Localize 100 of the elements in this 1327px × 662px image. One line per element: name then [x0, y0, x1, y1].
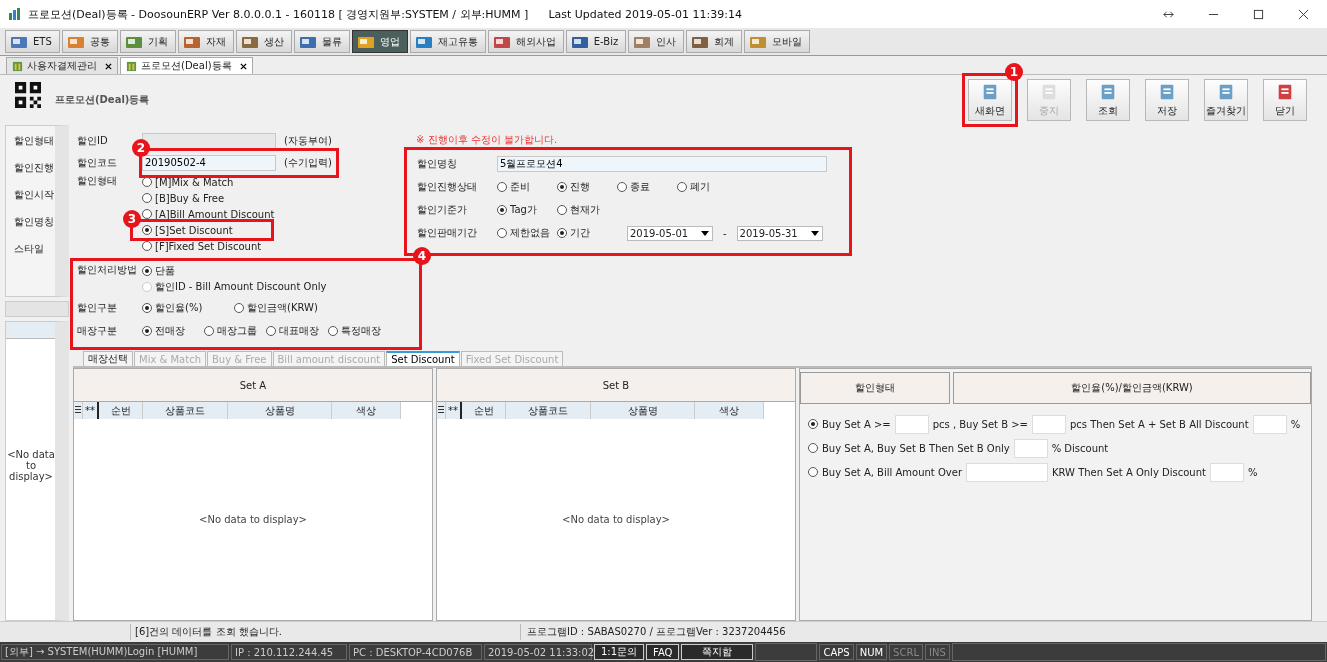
grid-menu-icon[interactable] — [437, 402, 446, 419]
document-icon — [126, 60, 137, 72]
radio-button[interactable] — [497, 228, 507, 238]
input-field[interactable] — [1209, 462, 1244, 482]
document-icon — [1040, 82, 1058, 101]
module-tab[interactable]: 모바일 — [744, 30, 811, 53]
rule-text: pcs , Buy Set B >= — [932, 418, 1028, 430]
column-header[interactable]: 색상 — [332, 402, 401, 419]
module-tab[interactable]: 인사 — [628, 30, 685, 53]
module-tab[interactable]: 해외사업 — [487, 30, 564, 53]
toolbar-button[interactable]: 닫기 — [1263, 79, 1307, 121]
radio-button[interactable] — [142, 193, 152, 204]
column-header[interactable]: 색상 — [695, 402, 764, 419]
radio-button[interactable] — [142, 326, 152, 336]
option-label: 특정매장 — [341, 324, 381, 338]
option-label: 현재가 — [570, 203, 600, 217]
input-field[interactable] — [1252, 414, 1287, 434]
module-tab[interactable]: 공통 — [61, 30, 118, 53]
toolbar-button[interactable]: 저장 — [1145, 79, 1189, 121]
document-icon — [1276, 82, 1294, 101]
id-field[interactable] — [142, 133, 276, 149]
key-indicator: INS — [924, 644, 950, 660]
document-tab[interactable]: 사용자결제관리 — [6, 57, 118, 74]
radio-button[interactable] — [234, 303, 244, 313]
radio-button[interactable] — [557, 228, 567, 238]
module-tab[interactable]: E-Biz — [565, 30, 627, 53]
radio-button[interactable] — [808, 443, 818, 453]
column-header[interactable]: 순번 — [99, 402, 143, 419]
input-field[interactable] — [894, 414, 929, 434]
grid-title: Set A — [74, 369, 432, 402]
toolbar-button[interactable]: 새화면 — [968, 79, 1012, 121]
module-icon — [633, 34, 652, 49]
footer-button[interactable]: 쪽지함 — [681, 644, 754, 660]
column-header[interactable]: 순번 — [462, 402, 506, 419]
radio-button[interactable] — [677, 182, 687, 192]
input-field[interactable] — [1031, 414, 1066, 434]
date-dropdown[interactable]: 2019-05-31 — [736, 225, 823, 241]
column-header[interactable]: 상품명 — [228, 402, 332, 419]
option-label: 할인ID - Bill Amount Discount Only — [155, 280, 327, 294]
column-header[interactable]: 상품코드 — [506, 402, 591, 419]
rule-text: % Discount — [1051, 442, 1109, 454]
grid-menu-icon[interactable] — [74, 402, 83, 419]
module-tab[interactable]: 회계 — [686, 30, 743, 53]
module-tab[interactable]: 자재 — [177, 30, 234, 53]
radio-button[interactable] — [617, 182, 627, 192]
input-field[interactable] — [1013, 438, 1048, 458]
qr-code-icon — [15, 82, 41, 108]
maximize-icon[interactable] — [1253, 8, 1264, 20]
option-label: 제한없음 — [510, 226, 550, 240]
close-icon[interactable] — [105, 62, 112, 70]
name-field[interactable]: 5월프로모션4 — [497, 156, 827, 172]
footer-button[interactable]: 1:1문의 — [594, 644, 645, 660]
radio-button[interactable] — [204, 326, 214, 336]
radio-button[interactable] — [808, 467, 818, 477]
close-icon[interactable] — [239, 62, 247, 70]
module-tab[interactable]: 영업 — [351, 30, 408, 53]
radio-button[interactable] — [328, 326, 338, 336]
rule-text: KRW Then Set A Only Discount — [1052, 466, 1206, 478]
radio-button[interactable] — [557, 205, 567, 215]
scrollbar[interactable] — [5, 301, 69, 317]
footer-button[interactable]: FAQ — [646, 644, 680, 660]
module-icon — [124, 34, 143, 49]
column-header[interactable]: 상품코드 — [143, 402, 228, 419]
module-tab[interactable]: 재고유통 — [409, 30, 486, 53]
caret-icon — [810, 230, 819, 236]
rule-text: Buy Set A >= — [822, 418, 891, 430]
code-field[interactable]: 20190502-4 — [142, 154, 276, 171]
toolbar-button[interactable]: 즐겨찾기 — [1204, 79, 1248, 121]
module-tab[interactable]: 생산 — [235, 30, 292, 53]
detail-tab[interactable]: 매장선택 — [83, 351, 133, 366]
module-tab[interactable]: 기획 — [119, 30, 176, 53]
radio-button[interactable] — [142, 177, 152, 188]
warning-text: ※ 진행이후 수정이 불가합니다. — [416, 133, 559, 147]
module-icon — [240, 34, 259, 49]
status-panel — [755, 643, 818, 661]
module-tab[interactable]: 물류 — [293, 30, 350, 53]
radio-button[interactable] — [497, 205, 507, 215]
radio-button[interactable] — [142, 266, 152, 276]
detail-tab[interactable]: Set Discount — [386, 351, 460, 366]
input-field[interactable] — [966, 462, 1048, 482]
date-dropdown[interactable]: 2019-05-01 — [627, 225, 713, 241]
radio-button[interactable] — [808, 419, 818, 429]
module-tab[interactable]: ETS — [5, 30, 60, 53]
toolbar-button[interactable]: 조회 — [1086, 79, 1130, 121]
radio-button[interactable] — [497, 182, 507, 192]
radio-button[interactable] — [142, 209, 152, 220]
option-label: Tag가 — [510, 203, 537, 217]
list-header — [6, 322, 55, 339]
status-message: [6]건의 데이터를 조회 했습니다. — [130, 624, 520, 640]
radio-button[interactable] — [142, 303, 152, 313]
column-header[interactable]: 상품명 — [591, 402, 695, 419]
close-icon[interactable] — [1298, 8, 1309, 20]
rule-text: Buy Set A, Buy Set B Then Set B Only — [822, 442, 1010, 454]
option-label: 매장그룹 — [217, 324, 257, 338]
radio-button[interactable] — [557, 182, 567, 192]
rule-text: % — [1290, 418, 1301, 430]
document-tab[interactable]: 프로모션(Deal)등록 — [120, 57, 253, 74]
radio-button[interactable] — [142, 241, 152, 252]
radio-button[interactable] — [266, 326, 276, 336]
radio-button[interactable] — [142, 225, 152, 236]
